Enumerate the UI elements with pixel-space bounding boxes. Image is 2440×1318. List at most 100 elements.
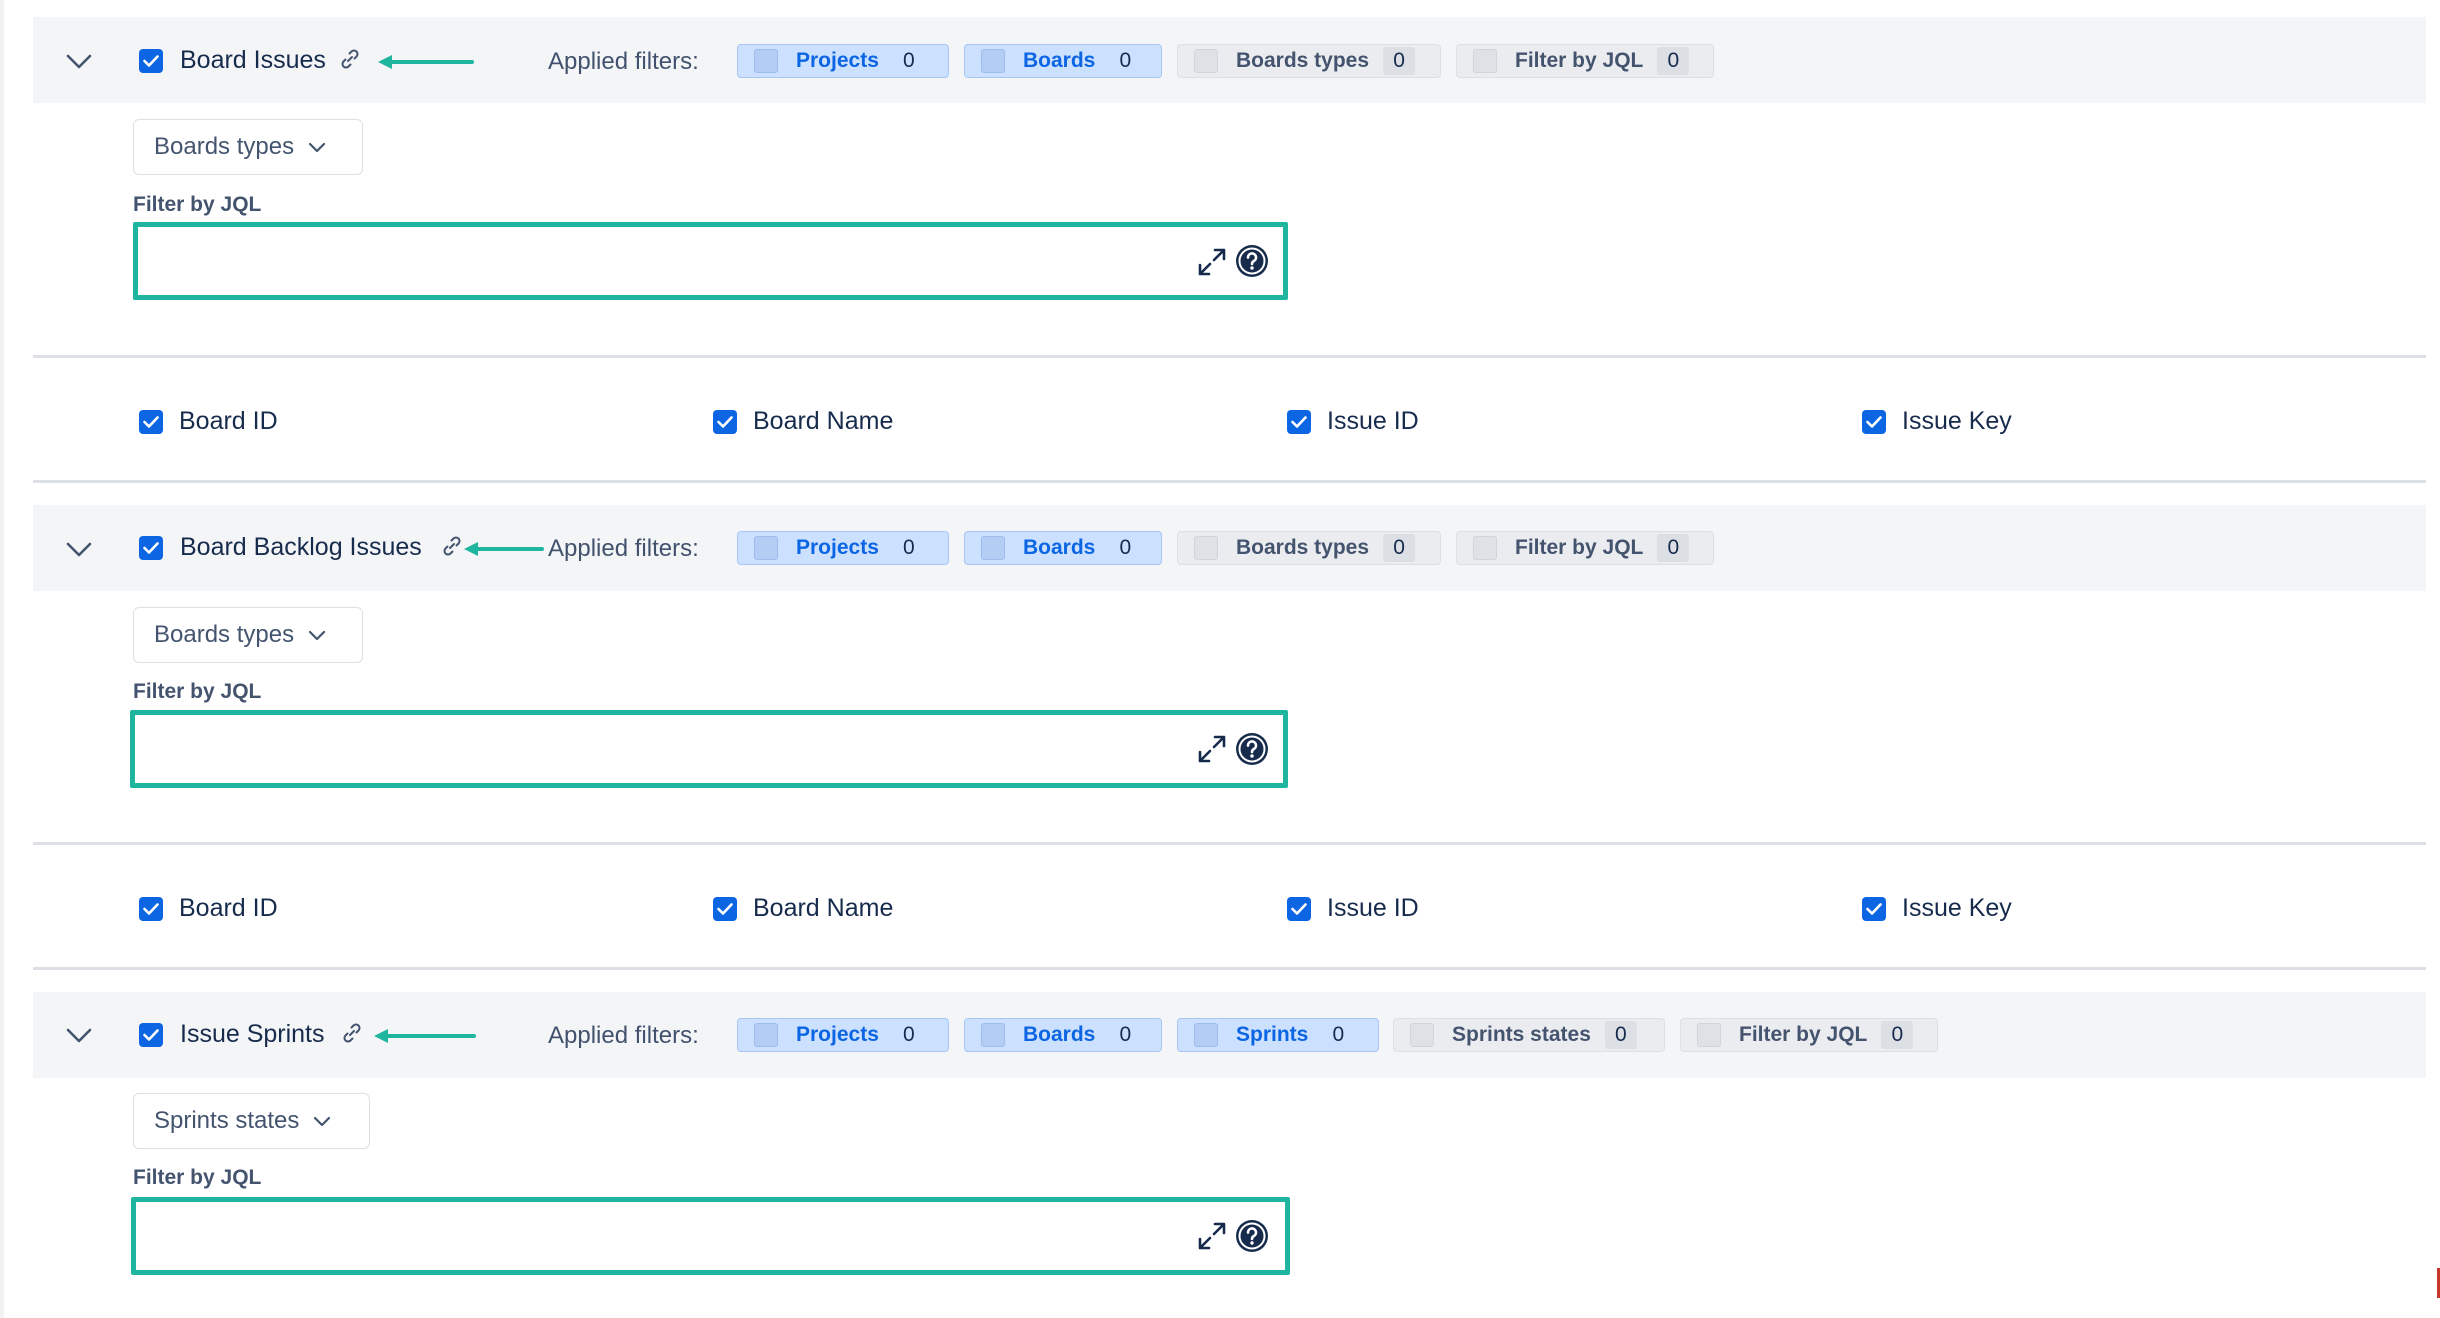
boards-types-dropdown[interactable]: Boards types	[133, 607, 363, 663]
chip-label: Filter by JQL	[1739, 1023, 1868, 1046]
chip-checkbox	[754, 1023, 778, 1047]
section-divider	[33, 355, 2426, 358]
collapse-chevron-icon[interactable]	[59, 530, 99, 570]
check-icon	[1291, 415, 1307, 428]
filter-chip-boards[interactable]: Boards 0	[964, 1018, 1162, 1052]
filter-chip-filter-by-jql[interactable]: Filter by JQL 0	[1680, 1018, 1938, 1052]
section-checkbox[interactable]	[139, 1023, 163, 1047]
chip-label: Filter by JQL	[1515, 49, 1644, 72]
applied-filters-label: Applied filters:	[548, 535, 699, 562]
chip-label: Sprints states	[1452, 1023, 1591, 1046]
field-checkbox[interactable]	[139, 896, 163, 921]
field-option-issue-id[interactable]: Issue ID	[1287, 894, 1419, 923]
chip-label: Projects	[796, 536, 879, 559]
boards-types-dropdown[interactable]: Boards types	[133, 119, 363, 175]
help-icon[interactable]	[1234, 1218, 1270, 1254]
filter-chip-sprints[interactable]: Sprints 0	[1177, 1018, 1379, 1052]
field-option-board-id[interactable]: Board ID	[139, 894, 278, 923]
chip-count: 0	[1657, 534, 1690, 562]
chip-count: 0	[1657, 47, 1690, 75]
arrow-left-icon	[374, 1029, 476, 1043]
filter-chip-boards-types[interactable]: Boards types 0	[1177, 531, 1441, 565]
applied-filters-label: Applied filters:	[548, 48, 699, 75]
field-label: Issue Key	[1902, 407, 2012, 435]
field-checkbox[interactable]	[1862, 409, 1886, 434]
help-icon[interactable]	[1234, 731, 1270, 767]
chip-count: 0	[1109, 47, 1142, 75]
filter-chip-boards[interactable]: Boards 0	[964, 531, 1162, 565]
field-label: Board Name	[753, 407, 894, 435]
jql-field-label: Filter by JQL	[133, 193, 262, 216]
chip-count: 0	[1881, 1021, 1914, 1049]
chip-count: 0	[892, 534, 925, 562]
chip-label: Boards	[1023, 536, 1096, 559]
field-checkbox[interactable]	[139, 409, 163, 434]
check-icon	[143, 415, 159, 428]
field-label: Issue ID	[1327, 407, 1419, 435]
collapse-chevron-icon[interactable]	[59, 1016, 99, 1056]
chip-count: 0	[1322, 1021, 1355, 1049]
collapse-chevron-icon[interactable]	[59, 42, 99, 82]
link-icon[interactable]	[341, 1022, 363, 1044]
filter-chip-filter-by-jql[interactable]: Filter by JQL 0	[1456, 531, 1714, 565]
chip-checkbox	[981, 536, 1005, 560]
check-icon	[1866, 902, 1882, 915]
filter-chip-projects[interactable]: Projects 0	[737, 1018, 949, 1052]
section-checkbox[interactable]	[139, 536, 163, 560]
field-checkbox[interactable]	[713, 896, 737, 921]
expand-icon[interactable]	[1197, 1221, 1227, 1251]
check-icon	[717, 902, 733, 915]
filter-chip-projects[interactable]: Projects 0	[737, 44, 949, 78]
dropdown-label: Sprints states	[154, 1107, 300, 1134]
chip-label: Projects	[796, 1023, 879, 1046]
section-divider	[33, 842, 2426, 845]
chip-checkbox	[1194, 49, 1218, 73]
field-checkbox[interactable]	[713, 409, 737, 434]
chip-checkbox	[1194, 536, 1218, 560]
jql-input[interactable]	[131, 1197, 1290, 1275]
filter-chip-filter-by-jql[interactable]: Filter by JQL 0	[1456, 44, 1714, 78]
jql-field-label: Filter by JQL	[133, 1166, 262, 1189]
section-checkbox[interactable]	[139, 49, 163, 73]
field-option-board-name[interactable]: Board Name	[713, 407, 893, 436]
jql-input[interactable]	[133, 222, 1288, 300]
jql-field-label: Filter by JQL	[133, 680, 262, 703]
section-title: Board Issues	[180, 46, 326, 74]
chip-count: 0	[1604, 1021, 1637, 1049]
chevron-down-icon	[308, 142, 326, 152]
dropdown-label: Boards types	[154, 621, 295, 648]
chip-checkbox	[981, 49, 1005, 73]
link-icon[interactable]	[441, 535, 463, 557]
chip-label: Boards types	[1236, 49, 1370, 72]
field-label: Board ID	[179, 894, 278, 922]
check-icon	[1291, 902, 1307, 915]
help-icon[interactable]	[1234, 243, 1270, 279]
chip-count: 0	[892, 47, 925, 75]
expand-icon[interactable]	[1197, 734, 1227, 764]
jql-input[interactable]	[130, 710, 1288, 788]
check-icon	[143, 542, 159, 554]
check-icon	[143, 55, 159, 67]
chip-count: 0	[1109, 1021, 1142, 1049]
field-option-board-id[interactable]: Board ID	[139, 407, 278, 436]
chip-checkbox	[1473, 49, 1497, 73]
field-option-board-name[interactable]: Board Name	[713, 894, 893, 923]
link-icon[interactable]	[339, 48, 361, 70]
expand-icon[interactable]	[1197, 247, 1227, 277]
filter-chip-boards[interactable]: Boards 0	[964, 44, 1162, 78]
field-label: Issue ID	[1327, 894, 1419, 922]
filter-chip-projects[interactable]: Projects 0	[737, 531, 949, 565]
chevron-down-icon	[308, 630, 326, 640]
filter-chip-boards-types[interactable]: Boards types 0	[1177, 44, 1441, 78]
field-option-issue-key[interactable]: Issue Key	[1862, 407, 2012, 436]
chip-count: 0	[1383, 47, 1416, 75]
field-checkbox[interactable]	[1287, 896, 1311, 921]
field-checkbox[interactable]	[1862, 896, 1886, 921]
sprints-states-dropdown[interactable]: Sprints states	[133, 1093, 370, 1149]
field-option-issue-key[interactable]: Issue Key	[1862, 894, 2012, 923]
check-icon	[1866, 415, 1882, 428]
field-checkbox[interactable]	[1287, 409, 1311, 434]
field-option-issue-id[interactable]: Issue ID	[1287, 407, 1419, 436]
check-icon	[143, 902, 159, 915]
filter-chip-sprints-states[interactable]: Sprints states 0	[1393, 1018, 1665, 1052]
